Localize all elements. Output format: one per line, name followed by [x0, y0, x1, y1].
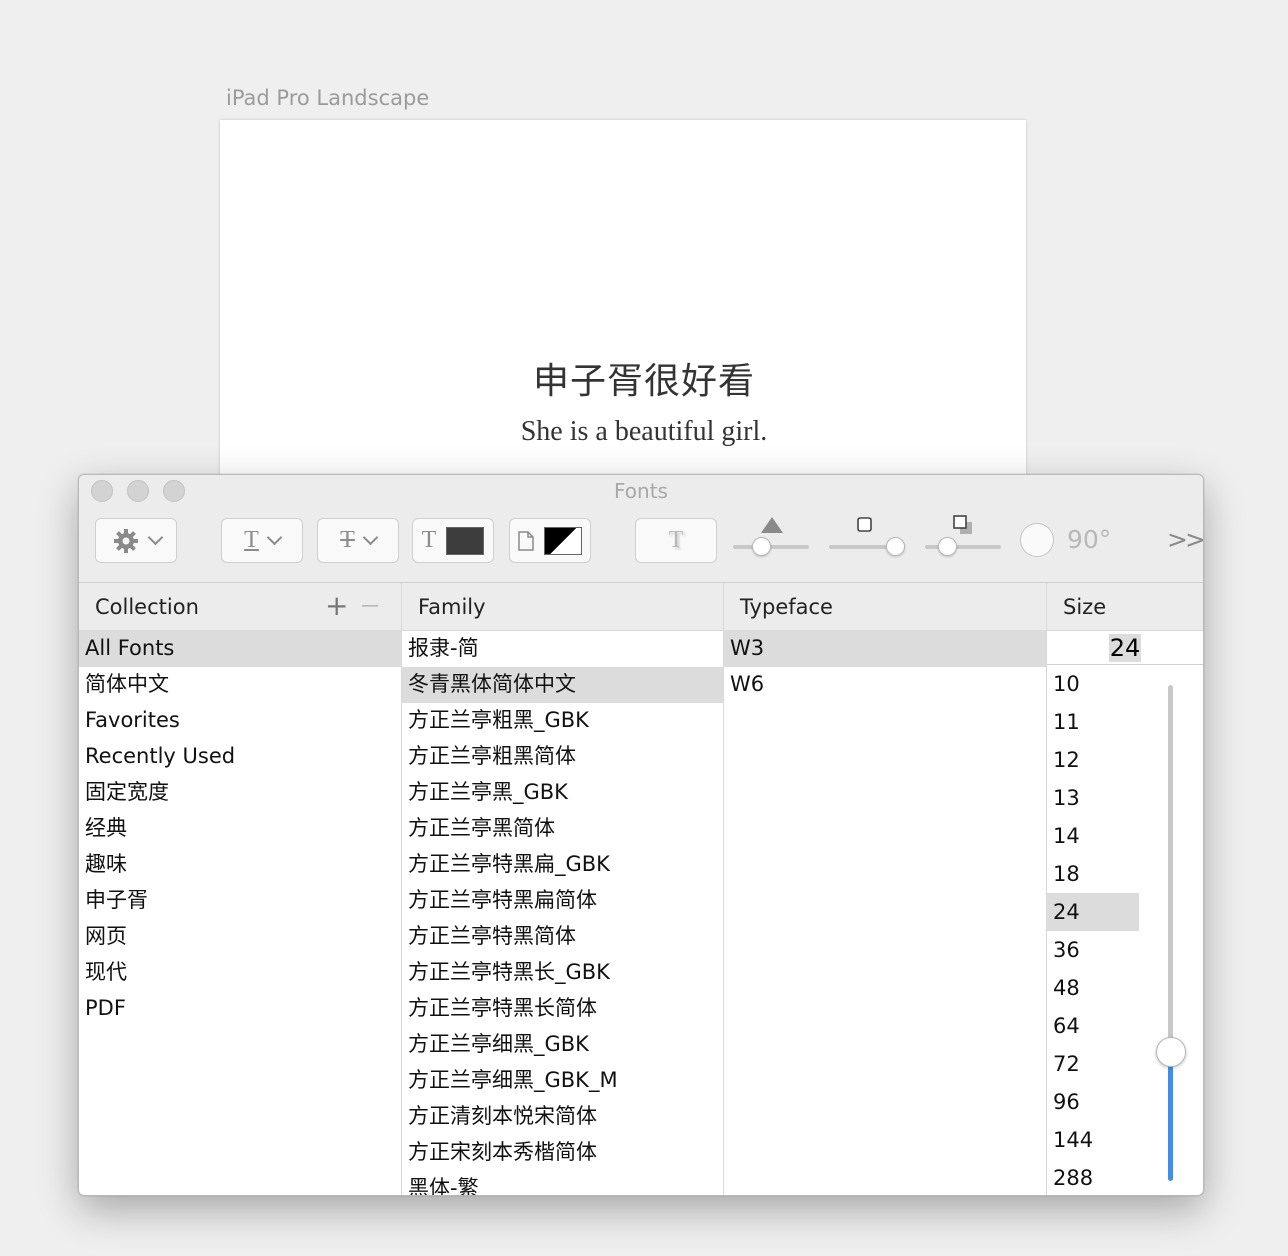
family-item[interactable]: 方正兰亭粗黑_GBK [402, 703, 723, 739]
collection-item[interactable]: 经典 [79, 811, 401, 847]
size-input[interactable]: 24 [1047, 631, 1203, 665]
family-header-label: Family [418, 595, 486, 619]
underline-button[interactable]: T [221, 518, 303, 563]
collection-item[interactable]: 简体中文 [79, 667, 401, 703]
artboard-english-text[interactable]: She is a beautiful girl. [0, 416, 1288, 448]
size-item[interactable]: 10 [1047, 665, 1139, 703]
collection-header: Collection + — [79, 583, 401, 631]
document-color-swatch [544, 526, 582, 555]
collection-item[interactable]: 固定宽度 [79, 775, 401, 811]
family-item[interactable]: 方正兰亭细黑_GBK_M [402, 1063, 723, 1099]
collection-item[interactable]: 网页 [79, 919, 401, 955]
typeface-item[interactable]: W3 [724, 631, 1046, 667]
family-item[interactable]: 方正兰亭细黑_GBK [402, 1027, 723, 1063]
text-color-icon: T [421, 527, 437, 553]
chevron-down-icon [147, 529, 163, 546]
artboard-label: iPad Pro Landscape [226, 86, 430, 110]
window-title: Fonts [614, 479, 668, 503]
titlebar: Fonts T T T T 90° >> [79, 475, 1203, 583]
family-item[interactable]: 方正清刻本悦宋简体 [402, 1099, 723, 1135]
strikethrough-button[interactable]: T [317, 518, 399, 563]
family-item[interactable]: 方正兰亭黑_GBK [402, 775, 723, 811]
shadow-opacity-slider[interactable] [733, 537, 809, 556]
size-list: 10 11 12 13 14 18 24 36 48 64 72 96 144 … [1047, 665, 1139, 1195]
slider-knob[interactable] [886, 537, 905, 556]
chevron-down-icon [362, 529, 379, 546]
family-item[interactable]: 冬青黑体简体中文 [402, 667, 723, 703]
slider-knob[interactable] [752, 537, 771, 556]
actions-menu-button[interactable] [95, 518, 177, 563]
document-color-icon [518, 530, 534, 551]
size-input-value[interactable]: 24 [1109, 634, 1141, 662]
chevron-down-icon [266, 529, 283, 546]
collection-item[interactable]: 申子胥 [79, 883, 401, 919]
family-item[interactable]: 方正兰亭特黑简体 [402, 919, 723, 955]
collection-list: All Fonts 简体中文 Favorites Recently Used 固… [79, 631, 401, 1027]
document-color-button[interactable] [509, 518, 591, 563]
size-item[interactable]: 11 [1047, 703, 1139, 741]
size-item[interactable]: 13 [1047, 779, 1139, 817]
shadow-blur-slider[interactable] [829, 537, 905, 556]
shadow-angle-label: 90° [1067, 525, 1112, 554]
size-item[interactable]: 48 [1047, 969, 1139, 1007]
toolbar-overflow-button[interactable]: >> [1167, 525, 1203, 554]
family-item[interactable]: 方正兰亭特黑扁简体 [402, 883, 723, 919]
shadow-offset-icon [953, 515, 972, 534]
size-header-label: Size [1063, 595, 1107, 619]
family-item[interactable]: 方正兰亭特黑扁_GBK [402, 847, 723, 883]
size-item[interactable]: 288 [1047, 1159, 1139, 1195]
size-header: Size [1047, 583, 1203, 631]
text-strikethrough-icon: T [340, 527, 355, 553]
typeface-list: W3 W6 [724, 631, 1046, 703]
family-item[interactable]: 方正兰亭特黑长简体 [402, 991, 723, 1027]
size-item[interactable]: 18 [1047, 855, 1139, 893]
family-header: Family [402, 583, 724, 631]
size-item[interactable]: 14 [1047, 817, 1139, 855]
typeface-header-label: Typeface [740, 595, 833, 619]
collection-item[interactable]: All Fonts [79, 631, 401, 667]
text-shadow-button[interactable]: T [635, 518, 717, 563]
family-item[interactable]: 方正兰亭特黑长_GBK [402, 955, 723, 991]
fonts-window: Fonts T T T T 90° >> Collection + — Fami… [78, 474, 1204, 1196]
size-item[interactable]: 96 [1047, 1083, 1139, 1121]
collection-item[interactable]: PDF [79, 991, 401, 1027]
size-item[interactable]: 36 [1047, 931, 1139, 969]
size-item[interactable]: 24 [1047, 893, 1139, 931]
size-slider-fill [1168, 1053, 1173, 1181]
shadow-angle-dial[interactable] [1020, 523, 1054, 557]
remove-collection-button[interactable]: — [361, 595, 379, 616]
size-item[interactable]: 144 [1047, 1121, 1139, 1159]
family-list: 报隶-简 冬青黑体简体中文 方正兰亭粗黑_GBK 方正兰亭粗黑简体 方正兰亭黑_… [402, 631, 723, 1195]
shadow-opacity-icon [761, 517, 783, 533]
collection-item[interactable]: 趣味 [79, 847, 401, 883]
size-item[interactable]: 64 [1047, 1007, 1139, 1045]
size-item[interactable]: 72 [1047, 1045, 1139, 1083]
shadow-offset-slider[interactable] [925, 537, 1001, 556]
text-shadow-icon: T [668, 527, 684, 553]
artboard-chinese-text[interactable]: 申子胥很好看 [0, 352, 1288, 404]
size-slider-knob[interactable] [1156, 1037, 1186, 1067]
text-color-swatch [446, 526, 485, 555]
gear-icon [113, 528, 138, 553]
text-underline-icon: T [244, 527, 259, 553]
collection-item[interactable]: Recently Used [79, 739, 401, 775]
collection-header-label: Collection [95, 595, 199, 619]
size-item[interactable]: 12 [1047, 741, 1139, 779]
slider-knob[interactable] [938, 537, 957, 556]
collection-item[interactable]: Favorites [79, 703, 401, 739]
family-item[interactable]: 报隶-简 [402, 631, 723, 667]
typeface-header: Typeface [724, 583, 1046, 631]
family-item[interactable]: 黑体-繁 [402, 1171, 723, 1195]
add-collection-button[interactable]: + [325, 589, 348, 622]
shadow-blur-icon [857, 517, 872, 532]
typeface-item[interactable]: W6 [724, 667, 1046, 703]
family-item[interactable]: 方正兰亭黑简体 [402, 811, 723, 847]
family-item[interactable]: 方正宋刻本秀楷简体 [402, 1135, 723, 1171]
text-color-button[interactable]: T [412, 518, 494, 563]
collection-item[interactable]: 现代 [79, 955, 401, 991]
family-item[interactable]: 方正兰亭粗黑简体 [402, 739, 723, 775]
